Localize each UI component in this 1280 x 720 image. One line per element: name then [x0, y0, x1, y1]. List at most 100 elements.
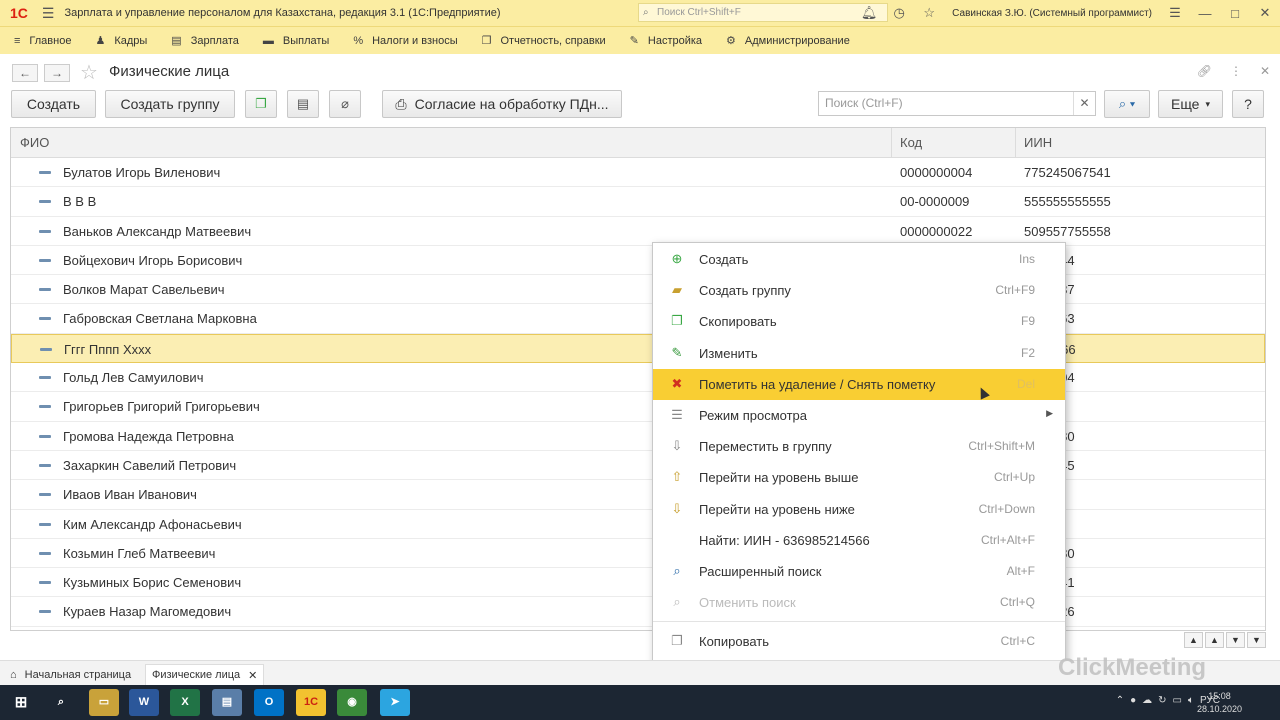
- person-icon: [39, 522, 51, 526]
- scroll-up-button[interactable]: ▲: [1205, 632, 1224, 648]
- section-payments[interactable]: ▬ Выплаты: [251, 35, 341, 47]
- help-button[interactable]: ?: [1232, 90, 1264, 118]
- section-staff[interactable]: ♟ Кадры: [83, 34, 159, 48]
- clock-date: 28.10.2020: [1196, 704, 1242, 714]
- section-reports[interactable]: ❐ Отчетность, справки: [470, 34, 618, 48]
- current-user[interactable]: Савинская З.Ю. (Системный программист): [952, 8, 1152, 19]
- table-row[interactable]: Волков Марат Савельевич2302637: [11, 275, 1265, 305]
- more-button[interactable]: Еще ▾: [1158, 90, 1223, 118]
- minimize-icon[interactable]: —: [1190, 6, 1220, 21]
- tab-persons[interactable]: Физические лица ✕: [145, 664, 265, 685]
- copy-button[interactable]: ❐: [245, 90, 277, 118]
- table-row[interactable]: Булатов Игорь Виленович 0000000004 7752450…: [11, 158, 1265, 188]
- context-menu-item[interactable]: ⇧ Перейти на уровень выше Ctrl+Up: [653, 462, 1065, 493]
- column-header-fio[interactable]: ФИО: [20, 135, 49, 150]
- table-row[interactable]: Войцехович Игорь Борисович5692144: [11, 246, 1265, 276]
- list-search-input[interactable]: Поиск (Ctrl+F) ✕: [818, 91, 1096, 116]
- clock[interactable]: 15:08 28.10.2020: [1197, 690, 1242, 716]
- excel-icon[interactable]: X: [170, 689, 200, 716]
- tray-up-icon[interactable]: ⌃: [1116, 695, 1124, 706]
- chrome-icon[interactable]: ◉: [337, 689, 367, 716]
- table-row[interactable]: Кузьминых Борис Семенович8551841: [11, 568, 1265, 598]
- tab-home[interactable]: ⌂ Начальная страница: [4, 664, 137, 685]
- menu-icon: ≡: [14, 34, 21, 47]
- context-menu-item[interactable]: ☰ Режим просмотра ▶: [653, 400, 1065, 431]
- close-icon[interactable]: ✕: [1250, 5, 1280, 21]
- tray-cloud-icon[interactable]: ☁: [1142, 695, 1152, 706]
- main-menu-icon[interactable]: ☰: [42, 5, 55, 22]
- forward-button[interactable]: →: [44, 64, 70, 82]
- clear-icon[interactable]: ✕: [1073, 92, 1095, 115]
- section-main[interactable]: ≡ Главное: [0, 35, 83, 47]
- table-row[interactable]: Григорьев Григорий Григорьевич: [11, 392, 1265, 422]
- context-menu-item[interactable]: ❐ Копировать Ctrl+C: [653, 626, 1065, 657]
- notepad-icon[interactable]: ▤: [212, 689, 242, 716]
- favorites-star-icon[interactable]: ☆: [914, 5, 944, 21]
- section-label: Администрирование: [744, 34, 850, 47]
- tray-sync-icon[interactable]: ↻: [1158, 695, 1166, 706]
- global-search-input[interactable]: ⌕ Поиск Ctrl+Shift+F: [638, 3, 888, 22]
- table-row[interactable]: Козьмин Глеб Матвеевич4926980: [11, 539, 1265, 569]
- scroll-bottom-button[interactable]: ▼: [1247, 632, 1266, 648]
- context-menu-item[interactable]: ⌕ Расширенный поиск Alt+F: [653, 556, 1065, 587]
- cell-fio: Булатов Игорь Виленович: [63, 165, 221, 180]
- table-row[interactable]: Гольд Лев Самуилович0095504: [11, 363, 1265, 393]
- table-row[interactable]: Гггг Пппп Хххх5214566: [11, 333, 1265, 364]
- create-button[interactable]: Создать: [11, 90, 96, 118]
- context-menu-item[interactable]: ⇩ Переместить в группу Ctrl+Shift+M: [653, 431, 1065, 462]
- table-row[interactable]: В В В 00-0000009 555555555555: [11, 187, 1265, 217]
- context-menu-item[interactable]: Найти: ИИН - 636985214566 Ctrl+Alt+F: [653, 525, 1065, 556]
- more-vert-icon[interactable]: ⋮: [1230, 64, 1242, 78]
- search-icon[interactable]: ⌕: [46, 689, 76, 716]
- context-menu-item[interactable]: ⊕ Создать Ins: [653, 244, 1065, 275]
- settings-menu-icon[interactable]: ☰: [1160, 5, 1190, 21]
- section-salary[interactable]: ▤ Зарплата: [159, 34, 251, 48]
- create-group-button[interactable]: Создать группу: [105, 90, 235, 118]
- context-menu-item[interactable]: ✎ Изменить F2: [653, 338, 1065, 369]
- context-menu-item[interactable]: ⇩ Перейти на уровень ниже Ctrl+Down: [653, 494, 1065, 525]
- bell-icon[interactable]: 🔔︎: [854, 5, 884, 21]
- scroll-top-button[interactable]: ▲: [1184, 632, 1203, 648]
- back-button[interactable]: ←: [12, 64, 38, 82]
- maximize-icon[interactable]: □: [1220, 6, 1250, 21]
- telegram-icon[interactable]: ➤: [380, 689, 410, 716]
- explorer-icon[interactable]: ▭: [89, 689, 119, 716]
- table-row[interactable]: Ваньков Александр Матвеевич 0000000022 509…: [11, 217, 1265, 246]
- section-admin[interactable]: ⚙ Администрирование: [714, 34, 862, 48]
- tray-app-icon[interactable]: ●: [1130, 695, 1136, 706]
- table-row[interactable]: Кураев Назар Магомедович6668626: [11, 597, 1265, 627]
- link-icon[interactable]: 🔗︎: [1197, 64, 1212, 78]
- tray-network-icon[interactable]: ▭: [1173, 695, 1182, 706]
- close-tab-icon[interactable]: ✕: [248, 669, 257, 682]
- table-row[interactable]: Ким Александр Афонасьевич111111: [11, 510, 1265, 539]
- windows-start-icon[interactable]: ⊞: [6, 689, 36, 716]
- table-row[interactable]: Иваов Иван Иванович: [11, 480, 1265, 510]
- column-header-iin[interactable]: ИИН: [1024, 135, 1052, 150]
- tray-volume-icon[interactable]: 🔈︎: [1188, 695, 1194, 706]
- consent-print-button[interactable]: ⎙ Согласие на обработку ПДн...: [382, 90, 622, 118]
- onec-icon[interactable]: 1С: [296, 689, 326, 716]
- menu-item-label: Создать группу: [699, 283, 791, 299]
- table-row[interactable]: Габровская Светлана Марковна2788663: [11, 304, 1265, 334]
- list-search-placeholder: Поиск (Ctrl+F): [825, 96, 903, 110]
- table-row[interactable]: Захаркин Савелий Петрович8164445: [11, 451, 1265, 481]
- list-button[interactable]: ▤: [287, 90, 319, 118]
- section-taxes[interactable]: % Налоги и взносы: [341, 35, 469, 47]
- column-header-code[interactable]: Код: [900, 135, 922, 150]
- history-icon[interactable]: ◷: [884, 5, 914, 21]
- close-form-icon[interactable]: ✕: [1260, 64, 1270, 78]
- table-row[interactable]: Громова Надежда Петровна8023080: [11, 422, 1265, 451]
- context-menu-item[interactable]: ✖ Пометить на удаление / Снять пометку Del: [653, 368, 1065, 400]
- context-menu-item[interactable]: ▰ Создать группу Ctrl+F9: [653, 275, 1065, 306]
- section-settings[interactable]: ✎ Настройка: [618, 34, 714, 48]
- outlook-icon[interactable]: O: [254, 689, 284, 716]
- favorite-star-icon[interactable]: ☆: [80, 60, 98, 85]
- word-icon[interactable]: W: [129, 689, 159, 716]
- scroll-down-button[interactable]: ▼: [1226, 632, 1245, 648]
- context-menu-item[interactable]: ❐ Скопировать F9: [653, 306, 1065, 337]
- people-icon: ♟: [95, 35, 106, 47]
- page-title: Физические лица: [109, 63, 230, 80]
- menu-item-label: Изменить: [699, 345, 758, 361]
- search-options-button[interactable]: ⌕ ▾: [1104, 90, 1150, 118]
- attach-button[interactable]: ⌀: [329, 90, 361, 118]
